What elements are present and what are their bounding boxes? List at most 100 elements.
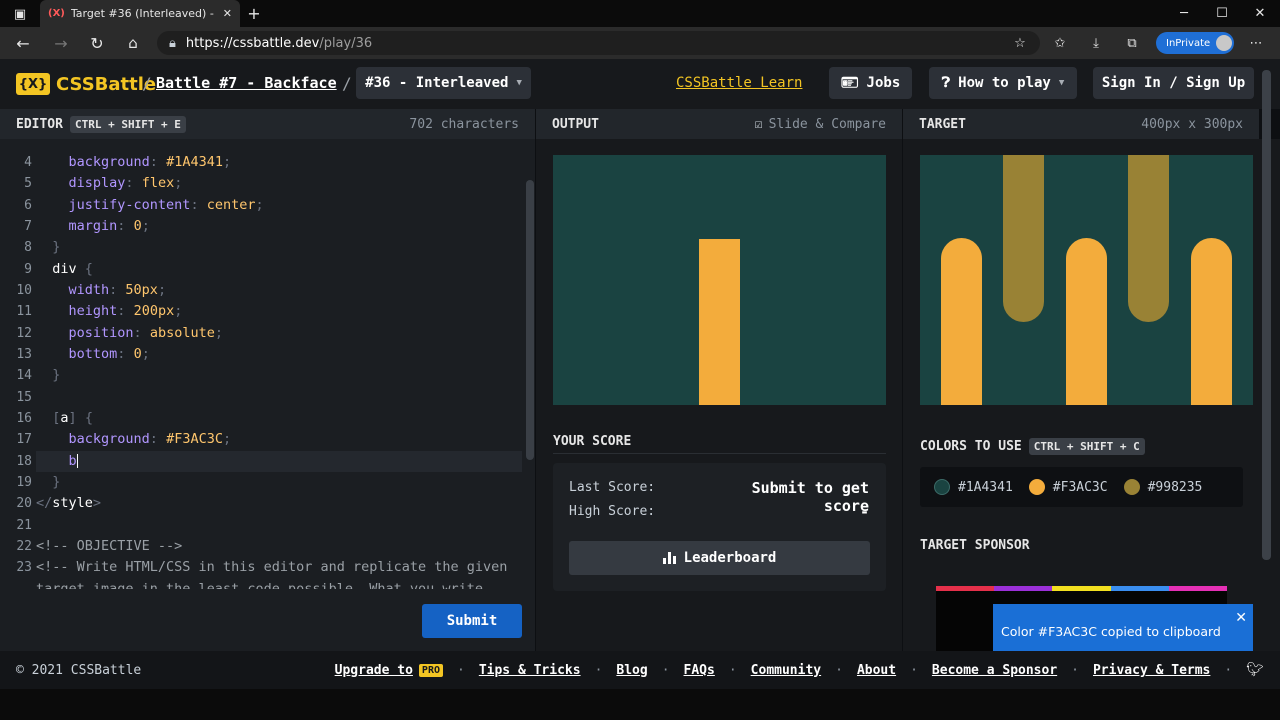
code-line[interactable]: } <box>36 237 522 258</box>
inprivate-label: InPrivate <box>1166 37 1211 49</box>
learn-link[interactable]: CSSBattle Learn <box>676 75 802 91</box>
checkbox-icon[interactable]: ☑ <box>755 117 763 132</box>
close-tab-icon[interactable]: ✕ <box>223 7 232 20</box>
line-number: 23 <box>16 560 32 576</box>
color-swatch[interactable]: #998235 <box>1123 479 1202 495</box>
color-swatch[interactable]: #1A4341 <box>934 479 1013 495</box>
browser-tab[interactable]: (X) Target #36 (Interleaved) - CSSBattle… <box>40 0 240 27</box>
leaderboard-label: Leaderboard <box>683 550 777 566</box>
slide-compare-toggle[interactable]: ☑ Slide & Compare <box>755 117 886 132</box>
code-line-active[interactable]: b <box>36 450 522 472</box>
twitter-icon[interactable]: 🐦︎ <box>1246 662 1264 678</box>
color-dot <box>1123 479 1140 495</box>
refresh-icon[interactable]: ↻ <box>86 33 108 53</box>
code-line[interactable]: display: flex; <box>36 173 522 194</box>
target-selector-label: #36 - Interleaved <box>365 75 509 91</box>
pro-badge: PRO <box>418 663 443 677</box>
code-line[interactable]: <!-- Write HTML/CSS in this editor and r… <box>36 557 522 578</box>
help-icon: ❓︎ <box>941 75 951 91</box>
logo-mark-icon: {X} <box>16 73 50 95</box>
id-card-icon: 🪪︎ <box>840 75 859 91</box>
forward-icon[interactable]: → <box>50 33 72 53</box>
line-number: 14 <box>16 368 32 384</box>
about-link[interactable]: About <box>857 663 896 678</box>
blog-link[interactable]: Blog <box>616 663 647 678</box>
inprivate-badge[interactable]: InPrivate <box>1156 32 1234 54</box>
more-menu-icon[interactable]: ⋯ <box>1246 33 1266 53</box>
privacy-link[interactable]: Privacy & Terms <box>1093 663 1210 678</box>
battle-link[interactable]: Battle #7 - Backface <box>156 74 337 92</box>
favorites-icon[interactable]: ✩ <box>1050 33 1070 53</box>
faqs-link[interactable]: FAQs <box>684 663 715 678</box>
code-line[interactable]: margin: 0; <box>36 216 522 237</box>
color-dot <box>934 479 950 495</box>
separator-dot: · <box>661 662 670 678</box>
target-header: TARGET 400px x 300px <box>903 109 1259 139</box>
add-favorite-icon[interactable]: ☆ <box>1010 33 1030 53</box>
jobs-button[interactable]: 🪪︎ Jobs <box>829 67 912 99</box>
code-line[interactable]: [a] { <box>36 408 522 429</box>
editor-shortcut: CTRL + SHIFT + E <box>69 115 186 133</box>
target-selector-dropdown[interactable]: #36 - Interleaved ▼ <box>356 67 531 99</box>
tips-link[interactable]: Tips & Tricks <box>479 663 581 678</box>
back-icon[interactable]: ← <box>12 33 34 53</box>
page-scrollbar[interactable] <box>1262 70 1271 560</box>
line-gutter: 4 5 6 7 8 9 10 11 12 13 14 15 16 17 18 19 20 21 22 23 <box>0 152 32 579</box>
editor-title: EDITOR <box>16 116 63 132</box>
sign-in-button[interactable]: Sign In / Sign Up <box>1093 67 1254 99</box>
code-line[interactable]: <!-- OBJECTIVE --> <box>36 536 522 557</box>
code-line[interactable]: bottom: 0; <box>36 344 522 365</box>
line-number: 5 <box>24 176 32 192</box>
color-swatch[interactable]: #F3AC3C <box>1028 479 1108 495</box>
home-icon[interactable]: ⌂ <box>122 33 144 53</box>
code-line[interactable] <box>36 515 522 536</box>
new-tab-icon[interactable]: + <box>244 4 264 23</box>
code-line[interactable]: div { <box>36 259 522 280</box>
address-bar[interactable]: 🔒︎ https://cssbattle.dev/play/36 <box>157 31 1040 55</box>
editor-scrollbar[interactable] <box>526 180 534 460</box>
code-line[interactable]: </style> <box>36 493 522 514</box>
char-count: 702 characters <box>409 116 519 132</box>
avatar <box>1216 35 1233 51</box>
separator-dot: · <box>1224 662 1233 678</box>
leaderboard-button[interactable]: Leaderboard <box>569 541 870 575</box>
code-line[interactable]: target image in the least code possible.… <box>36 579 522 589</box>
code-line[interactable]: } <box>36 472 522 493</box>
colors-shortcut: CTRL + SHIFT + C <box>1028 438 1145 455</box>
code-lines[interactable]: background: #1A4341; display: flex; just… <box>36 152 522 589</box>
downloads-icon[interactable]: ⤓ <box>1086 33 1106 53</box>
separator-dot: · <box>835 662 843 678</box>
sponsor-link[interactable]: Become a Sponsor <box>932 663 1057 678</box>
code-line[interactable]: background: #1A4341; <box>36 152 522 173</box>
toast-message: Color #F3AC3C copied to clipboard <box>1001 623 1221 639</box>
tab-actions-icon[interactable]: ▣ <box>10 5 30 23</box>
code-line[interactable]: } <box>36 365 522 386</box>
close-window-icon[interactable]: ✕ <box>1250 4 1270 22</box>
code-line[interactable]: background: #F3AC3C; <box>36 429 522 450</box>
code-line[interactable]: width: 50px; <box>36 280 522 301</box>
code-line[interactable] <box>36 387 522 408</box>
minimize-icon[interactable]: ─ <box>1174 4 1194 22</box>
last-score-label: Last Score: <box>569 480 656 495</box>
how-to-play-label: How to play <box>958 75 1051 91</box>
upgrade-link[interactable]: Upgrade to PRO <box>335 663 443 678</box>
logo[interactable]: {X} CSSBattle <box>16 71 156 97</box>
target-pill-up <box>1191 238 1232 405</box>
code-line[interactable]: position: absolute; <box>36 323 522 344</box>
color-label: #F3AC3C <box>1052 479 1108 495</box>
how-to-play-dropdown[interactable]: ❓︎ How to play ▼ <box>929 67 1077 99</box>
close-icon[interactable]: ✕ <box>1235 610 1247 626</box>
target-image[interactable] <box>920 155 1253 405</box>
collections-icon[interactable]: ⧉ <box>1122 33 1142 53</box>
upgrade-label: Upgrade to <box>334 662 413 678</box>
target-pill-down <box>1003 155 1044 322</box>
chevron-down-icon: ▼ <box>1058 78 1065 88</box>
maximize-icon[interactable]: ☐ <box>1212 4 1232 22</box>
target-title: TARGET <box>919 116 966 132</box>
code-line[interactable]: justify-content: center; <box>36 195 522 216</box>
sponsor-title: TARGET SPONSOR <box>920 538 1030 553</box>
code-line[interactable]: height: 200px; <box>36 301 522 322</box>
url-path: /play/36 <box>319 35 373 51</box>
community-link[interactable]: Community <box>751 663 821 678</box>
submit-button[interactable]: Submit <box>422 604 522 638</box>
